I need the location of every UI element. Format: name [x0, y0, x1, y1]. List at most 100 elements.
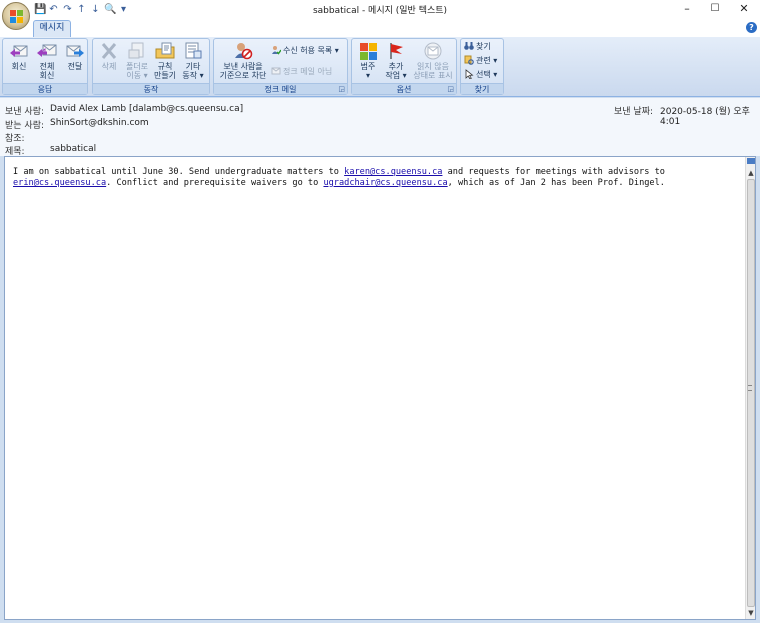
vertical-scrollbar[interactable]: ▲ ▼ [745, 157, 755, 619]
to-value[interactable]: ShinSort@dkshin.com [50, 118, 149, 128]
related-icon [464, 55, 474, 65]
redo-icon[interactable]: ↷ [62, 4, 73, 15]
categorize-button[interactable]: 범주 ▾ [354, 41, 382, 83]
other-actions-button[interactable]: 기타 동작 ▾ [179, 41, 207, 83]
reply-all-icon [37, 44, 57, 57]
previous-item-icon[interactable]: ↑ [76, 4, 87, 15]
delete-label: 삭제 [101, 62, 117, 71]
select-label: 선택 ▾ [476, 70, 498, 79]
minimize-button[interactable]: – [672, 0, 702, 19]
from-value[interactable]: David Alex Lamb [dalamb@cs.queensu.ca] [50, 104, 243, 114]
close-button[interactable]: ✕ [729, 0, 759, 19]
sent-label: 보낸 날짜: [614, 107, 654, 117]
message-body[interactable]: I am on sabbatical until June 30. Send u… [4, 156, 756, 620]
mark-unread-icon [424, 42, 442, 60]
related-label: 관련 ▾ [476, 56, 498, 65]
ribbon-tab-strip: 메시지 ? [0, 19, 760, 37]
reply-label: 회신 [11, 62, 27, 71]
mark-unread-button[interactable]: 읽지 않음 상태로 표시 [412, 41, 454, 83]
select-cursor-icon [465, 69, 474, 79]
binoculars-icon [464, 42, 474, 50]
office-logo-icon [10, 10, 23, 23]
create-rule-icon [155, 42, 175, 59]
related-button[interactable]: 관련 ▾ [464, 55, 497, 67]
other-actions-icon [185, 42, 202, 59]
sent-value: 2020-05-18 (월) 오후 4:01 [660, 107, 750, 127]
reply-all-button[interactable]: 전체 회신 [33, 41, 61, 83]
follow-up-label: 추가 작업 ▾ [385, 62, 407, 80]
office-button[interactable] [2, 2, 30, 30]
create-rule-button[interactable]: 규칙 만들기 [151, 41, 179, 83]
group-find-label: 찾기 [461, 83, 503, 94]
help-icon[interactable]: ? [746, 22, 757, 33]
scroll-up-arrow-icon[interactable]: ▲ [746, 168, 756, 178]
options-dialog-launcher-icon[interactable]: ◲ [447, 85, 454, 93]
delete-button[interactable]: 삭제 [95, 41, 123, 83]
create-rule-label: 규칙 만들기 [153, 62, 177, 80]
forward-label: 전달 [67, 62, 83, 71]
save-icon[interactable]: 💾 [34, 4, 46, 15]
categorize-label: 범주 ▾ [360, 62, 376, 80]
follow-up-flag-icon [390, 43, 403, 59]
print-preview-icon[interactable]: 🔍 [104, 4, 116, 15]
find-label: 찾기 [476, 42, 491, 51]
other-actions-label: 기타 동작 ▾ [182, 62, 204, 80]
find-button[interactable]: 찾기 [464, 41, 491, 53]
safe-list-icon [272, 46, 281, 55]
group-options: 범주 ▾ 추가 작업 ▾ 읽지 않음 상태로 표시 옵션 ◲ [351, 38, 457, 95]
scroll-down-arrow-icon[interactable]: ▼ [746, 608, 756, 618]
maximize-button[interactable]: ☐ [700, 0, 730, 19]
group-actions: 삭제 폴더로 이동 ▾ 규칙 만들기 기타 동작 ▾ 동작 [92, 38, 210, 95]
reply-all-label: 전체 회신 [39, 62, 55, 80]
forward-icon [66, 45, 84, 57]
body-text-segment: . Conflict and prerequisite waivers go t… [106, 178, 324, 188]
ribbon: 회신 전체 회신 전달 응답 삭제 폴더로 이동 ▾ 규칙 만들기 기타 동작 … [0, 37, 760, 97]
categorize-icon [360, 43, 377, 60]
block-sender-button[interactable]: 보낸 사람을 기준으로 차단 [217, 41, 269, 83]
group-find: 찾기 관련 ▾ 선택 ▾ 찾기 [460, 38, 504, 95]
message-body-text: I am on sabbatical until June 30. Send u… [13, 167, 741, 189]
group-junk-mail-label: 정크 메일 [214, 83, 347, 94]
quick-access-toolbar: 💾 ↶ ↷ ↑ ↓ 🔍 ▾ [34, 3, 129, 16]
email-link-ugradchair[interactable]: ugradchair@cs.queensu.ca [323, 178, 447, 188]
undo-icon[interactable]: ↶ [48, 4, 59, 15]
tab-message[interactable]: 메시지 [33, 20, 71, 37]
move-to-folder-button[interactable]: 폴더로 이동 ▾ [123, 41, 151, 83]
not-junk-label: 정크 메일 아님 [283, 67, 333, 76]
scrollbar-top-marker [747, 158, 755, 164]
follow-up-button[interactable]: 추가 작업 ▾ [382, 41, 410, 83]
delete-icon [101, 43, 117, 59]
message-header: 보낸 사람: David Alex Lamb [dalamb@cs.queens… [0, 98, 760, 157]
body-text-segment: , which as of Jan 2 has been Prof. Dinge… [447, 178, 665, 188]
reply-icon [10, 45, 28, 57]
move-to-folder-icon [128, 42, 144, 59]
email-link-erin[interactable]: erin@cs.queensu.ca [13, 178, 106, 188]
forward-button[interactable]: 전달 [61, 41, 89, 83]
group-junk-mail: 보낸 사람을 기준으로 차단 수신 허용 목록 ▾ 정크 메일 아님 정크 메일… [213, 38, 348, 95]
title-bar: sabbatical - 메시지 (일반 텍스트) 💾 ↶ ↷ ↑ ↓ 🔍 ▾ … [0, 0, 760, 19]
subject-value: sabbatical [50, 144, 97, 154]
select-button[interactable]: 선택 ▾ [464, 69, 497, 81]
email-link-karen[interactable]: karen@cs.queensu.ca [344, 167, 442, 177]
reply-button[interactable]: 회신 [5, 41, 33, 83]
block-sender-label: 보낸 사람을 기준으로 차단 [219, 62, 267, 80]
junk-mail-dialog-launcher-icon[interactable]: ◲ [338, 85, 345, 93]
next-item-icon[interactable]: ↓ [90, 4, 101, 15]
not-junk-button[interactable]: 정크 메일 아님 [271, 66, 332, 78]
mark-unread-label: 읽지 않음 상태로 표시 [413, 62, 453, 80]
body-text-segment: I am on sabbatical until June 30. Send u… [13, 167, 345, 177]
from-label: 보낸 사람: [5, 107, 45, 117]
group-respond: 회신 전체 회신 전달 응답 [2, 38, 88, 95]
not-junk-icon [271, 67, 281, 75]
to-label: 받는 사람: [5, 121, 45, 131]
customize-qat-icon[interactable]: ▾ [118, 4, 129, 15]
scrollbar-thumb[interactable] [747, 179, 755, 607]
block-sender-icon [235, 43, 253, 60]
group-options-label: 옵션 [352, 83, 456, 94]
scrollbar-grip-icon [748, 385, 752, 391]
group-respond-label: 응답 [3, 83, 87, 94]
safe-list-button[interactable]: 수신 허용 목록 ▾ [271, 45, 339, 57]
move-to-folder-label: 폴더로 이동 ▾ [125, 62, 149, 80]
cc-label: 참조: [5, 134, 25, 144]
group-actions-label: 동작 [93, 83, 209, 94]
